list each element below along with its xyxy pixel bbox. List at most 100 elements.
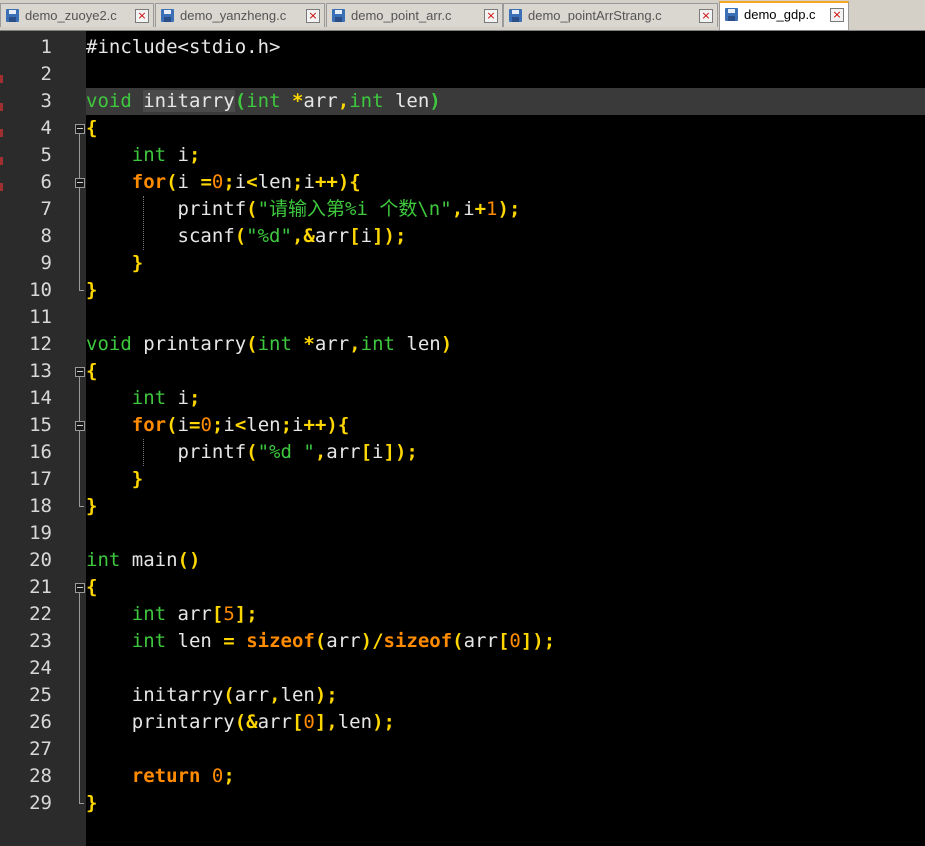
code-line[interactable]: { <box>86 574 97 601</box>
line-number: 23 <box>29 630 52 652</box>
line-number: 20 <box>29 549 52 571</box>
code-token: ; <box>223 765 235 787</box>
code-token: { <box>86 576 98 598</box>
tab-label: demo_zuoye2.c <box>25 8 117 23</box>
line-number: 10 <box>29 279 52 301</box>
code-token: [ <box>360 441 373 463</box>
code-line[interactable]: initarry(arr,len); <box>86 682 338 709</box>
code-line[interactable]: for(i =0;i<len;i++){ <box>86 169 361 196</box>
line-number: 17 <box>29 468 52 490</box>
code-token: arr <box>314 225 350 247</box>
code-token: * <box>291 90 304 112</box>
code-token: void <box>86 333 132 355</box>
close-tab-icon[interactable]: × <box>699 9 713 23</box>
tab-label: demo_point_arr.c <box>351 8 452 23</box>
save-file-icon <box>509 9 522 22</box>
fold-line <box>79 593 80 803</box>
code-token: int <box>246 90 281 112</box>
fold-toggle-icon[interactable] <box>75 124 85 134</box>
code-token: ) <box>440 333 453 355</box>
fold-toggle-icon[interactable] <box>75 421 85 431</box>
code-token: ){ <box>326 414 350 436</box>
code-line[interactable]: void initarry(int *arr,int len) <box>86 88 441 115</box>
code-token: len <box>394 333 441 355</box>
line-number: 7 <box>40 198 52 220</box>
line-number: 14 <box>29 387 52 409</box>
code-line[interactable]: int main() <box>86 547 200 574</box>
code-line[interactable]: void printarry(int *arr,int len) <box>86 331 452 358</box>
close-tab-icon[interactable]: × <box>306 9 320 23</box>
code-token: int <box>131 144 167 166</box>
close-tab-icon[interactable]: × <box>135 9 149 23</box>
code-line[interactable]: } <box>86 250 143 277</box>
line-number: 18 <box>29 495 52 517</box>
code-token: arr <box>326 441 361 463</box>
code-token: for <box>131 171 167 193</box>
code-token: printf <box>86 441 247 463</box>
code-line[interactable]: int i; <box>86 385 201 412</box>
code-token: int <box>349 90 384 112</box>
tab-demo_pointarrstrang-c[interactable]: demo_pointArrStrang.c × <box>503 3 718 27</box>
code-token: [ <box>349 225 361 247</box>
close-tab-icon[interactable]: × <box>830 8 844 22</box>
code-token: "请输入第%i 个数\n" <box>257 198 452 220</box>
code-token: ; <box>280 414 293 436</box>
save-file-icon <box>161 9 174 22</box>
code-line[interactable]: #include<stdio.h> <box>86 34 280 61</box>
code-token: "%d" <box>246 225 292 247</box>
code-line[interactable]: int len = sizeof(arr)/sizeof(arr[0]); <box>86 628 555 655</box>
code-token: ( <box>452 630 464 652</box>
code-token: 0 <box>509 630 521 652</box>
code-line[interactable]: printarry(&arr[0],len); <box>86 709 395 736</box>
code-line[interactable]: } <box>86 277 97 304</box>
code-line[interactable]: } <box>86 466 143 493</box>
code-line[interactable]: scanf("%d",&arr[i]); <box>86 223 407 250</box>
tab-demo_gdp-c[interactable]: demo_gdp.c × <box>719 1 849 30</box>
code-token: i <box>166 387 189 409</box>
line-number: 29 <box>29 792 52 814</box>
code-line[interactable]: } <box>86 790 97 817</box>
tab-label: demo_pointArrStrang.c <box>528 8 662 23</box>
code-token: ); <box>372 711 395 733</box>
code-token: { <box>86 117 98 139</box>
code-line[interactable]: printf("请输入第%i 个数\n",i+1); <box>86 196 521 223</box>
code-line[interactable]: int i; <box>86 142 201 169</box>
code-line[interactable]: for(i=0;i<len;i++){ <box>86 412 350 439</box>
fold-margin <box>72 31 86 846</box>
code-line[interactable]: int arr[5]; <box>86 601 258 628</box>
code-token: ) <box>429 90 441 112</box>
code-line[interactable]: { <box>86 358 97 385</box>
code-token: i <box>223 414 235 436</box>
code-token: ]); <box>372 225 407 247</box>
code-line[interactable]: { <box>86 115 97 142</box>
code-token: i <box>303 171 315 193</box>
code-token: , <box>269 684 281 706</box>
code-token: len <box>257 171 293 193</box>
line-number: 13 <box>29 360 52 382</box>
fold-toggle-icon[interactable] <box>75 583 85 593</box>
tab-demo_zuoye2-c[interactable]: demo_zuoye2.c × <box>0 3 154 27</box>
tab-demo_yanzheng-c[interactable]: demo_yanzheng.c × <box>155 3 325 27</box>
code-token: 5 <box>223 603 235 625</box>
code-token: printf <box>86 198 247 220</box>
code-token: (& <box>234 711 258 733</box>
line-number: 28 <box>29 765 52 787</box>
close-tab-icon[interactable]: × <box>484 9 498 23</box>
code-token: 0 <box>211 171 224 193</box>
tab-demo_point_arr-c[interactable]: demo_point_arr.c × <box>326 3 503 27</box>
code-line[interactable]: printf("%d ",arr[i]); <box>86 439 418 466</box>
code-editor[interactable]: #include<stdio.h> void initarry(int *arr,… <box>86 31 925 846</box>
fold-toggle-icon[interactable] <box>75 178 85 188</box>
code-token: i <box>360 225 373 247</box>
code-token: ; <box>188 387 201 409</box>
code-token: , <box>314 441 327 463</box>
code-line[interactable]: return 0; <box>86 763 235 790</box>
code-line[interactable]: } <box>86 493 97 520</box>
code-token: int <box>86 549 121 571</box>
fold-toggle-icon[interactable] <box>75 367 85 377</box>
code-token: } <box>131 252 144 274</box>
code-token: arr <box>303 90 338 112</box>
